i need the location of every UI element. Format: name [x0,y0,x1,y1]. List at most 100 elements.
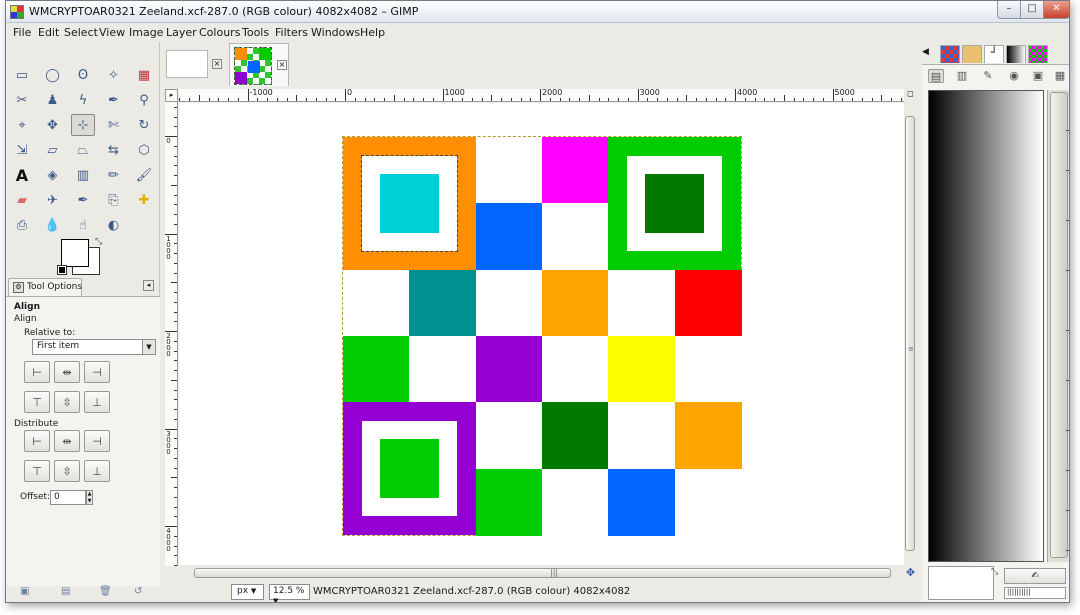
bucket-fill-icon[interactable]: ◈ [41,164,65,186]
palettes-icon[interactable] [1028,45,1048,63]
eraser-icon[interactable]: ▰ [10,189,34,211]
crop-icon[interactable]: ✄ [102,114,126,136]
zoom-select[interactable]: 12.5 % ▼ [269,584,310,602]
dock-scrollbar[interactable] [1047,90,1069,562]
quick-mask-toggle[interactable]: ▸ [165,89,178,102]
menu-colours[interactable]: Colours [199,26,240,39]
menu-filters[interactable]: Filters [275,26,308,39]
brush-preview[interactable]: ⤡ [928,566,998,600]
flip-icon[interactable]: ⇆ [102,139,126,161]
smudge-icon[interactable]: ☝ [71,214,95,236]
perspective-icon[interactable]: ⏢ [71,139,95,161]
heal-icon[interactable]: ✚ [132,189,156,211]
offset-spin-icon[interactable]: ▲ ▼ [86,490,93,505]
close-icon[interactable]: × [212,59,222,69]
pencil-icon[interactable]: ✏ [102,164,126,186]
airbrush-icon[interactable]: ✈ [41,189,65,211]
menu-select[interactable]: Select [64,26,98,39]
brushes-icon[interactable] [962,45,982,63]
align-bottom-button[interactable]: ⊥ [84,391,110,413]
text-icon[interactable]: A [10,164,34,186]
by-colour-select-icon[interactable]: ▦ [132,64,156,86]
foreground-colour-swatch[interactable] [61,239,89,267]
restore-options-icon[interactable]: ▤ [61,586,74,598]
perspective-clone-icon[interactable]: ⎙ [10,214,34,236]
distribute-left-button[interactable]: ⊢ [24,430,50,452]
distribute-center-button[interactable]: ⇹ [54,430,80,452]
default-colours-icon[interactable] [57,265,67,275]
colour-picker-icon[interactable]: ✒ [102,89,126,111]
blend-icon[interactable]: ▥ [71,164,95,186]
patterns-icon[interactable] [940,45,960,63]
paths-icon[interactable]: ϟ [71,89,95,111]
menu-image[interactable]: Image [129,26,163,39]
reset-options-icon[interactable]: ↺ [134,586,147,598]
menu-file[interactable]: File [13,26,31,39]
undo-icon[interactable]: ▦ [1052,69,1068,83]
fuzzy-select-icon[interactable]: ✧ [102,64,126,86]
move-icon[interactable]: ✥ [41,114,65,136]
menu-tools[interactable]: Tools [242,26,269,39]
swap-colours-icon[interactable]: ⤡ [95,237,102,247]
edit-button[interactable]: ✍ [1004,568,1066,584]
offset-input[interactable]: 0 [50,490,86,505]
image-tab-current[interactable]: × [229,43,289,86]
chevron-down-icon[interactable]: ▼ [142,340,155,354]
clone-icon[interactable]: ⎘ [102,189,126,211]
tool-options-menu-icon[interactable]: ◂ [143,280,154,291]
vertical-scroll-thumb[interactable]: ≡ [905,116,915,551]
free-select-icon[interactable]: ʘ [71,64,95,86]
relative-to-select[interactable]: First item ▼ [32,339,156,355]
ink-icon[interactable]: ✒ [71,189,95,211]
scale-icon[interactable]: ⇲ [10,139,34,161]
unit-select[interactable]: px ▼ [231,584,264,600]
channels-icon[interactable]: ▥ [954,69,970,83]
gradients-icon[interactable] [1006,45,1026,63]
align-top-button[interactable]: ⊤ [24,391,50,413]
minimize-button[interactable]: – [997,1,1021,19]
align-icon[interactable]: ⊹ [71,114,95,136]
horizontal-scroll-thumb[interactable]: ||| [194,568,891,578]
dock-scroll-thumb[interactable] [1050,92,1068,558]
menu-help[interactable]: Help [360,26,385,39]
align-middle-button[interactable]: ⇳ [54,391,80,413]
align-left-button[interactable]: ⊢ [24,361,50,383]
distribute-right-button[interactable]: ⊣ [84,430,110,452]
distribute-top-button[interactable]: ⊤ [24,460,50,482]
dodge-burn-icon[interactable]: ◐ [102,214,126,236]
blur-icon[interactable]: 💧 [41,214,65,236]
paintbrush-icon[interactable]: 🖌 [132,164,156,186]
navigate-icon[interactable]: ✥ [904,567,917,580]
cage-icon[interactable]: ⬡ [132,139,156,161]
measure-icon[interactable]: ⌖ [10,114,34,136]
menu-edit[interactable]: Edit [38,26,59,39]
gradient-preview[interactable] [928,90,1044,562]
close-button[interactable]: ✕ [1043,1,1069,19]
close-icon[interactable]: × [277,60,287,70]
image-canvas[interactable] [342,136,742,536]
dock-bottom-field[interactable]: |||||||||| [1004,587,1066,599]
align-right-button[interactable]: ⊣ [84,361,110,383]
scissors-icon[interactable]: ✂ [10,89,34,111]
rotate-icon[interactable]: ↻ [132,114,156,136]
zoom-fit-icon[interactable]: ◻ [904,89,917,102]
maximize-button[interactable]: □ [1020,1,1044,19]
vertical-ruler[interactable]: 0 1000 2000 3000 4000 [165,102,178,566]
menu-windows[interactable]: Windows [311,26,360,39]
chevron-left-icon[interactable]: ◀ [922,47,929,57]
colormap-icon[interactable]: ◉ [1006,69,1022,83]
delete-options-icon[interactable]: 🗑 [99,586,112,598]
distribute-middle-button[interactable]: ⇳ [54,460,80,482]
tab-tool-options[interactable]: ⚙ Tool Options [8,278,82,296]
ellipse-select-icon[interactable]: ◯ [41,64,65,86]
histogram-icon[interactable]: ▣ [1030,69,1046,83]
foreground-select-icon[interactable]: ♟ [41,89,65,111]
fonts-icon[interactable]: ┘ [984,45,1004,63]
fg-bg-colour-area[interactable]: ⤡ [57,237,108,275]
layers-icon[interactable]: ▤ [928,69,944,83]
menu-layer[interactable]: Layer [166,26,197,39]
vertical-scrollbar[interactable]: ≡ [904,103,917,565]
distribute-bottom-button[interactable]: ⊥ [84,460,110,482]
canvas-area[interactable] [179,103,904,565]
shear-icon[interactable]: ▱ [41,139,65,161]
